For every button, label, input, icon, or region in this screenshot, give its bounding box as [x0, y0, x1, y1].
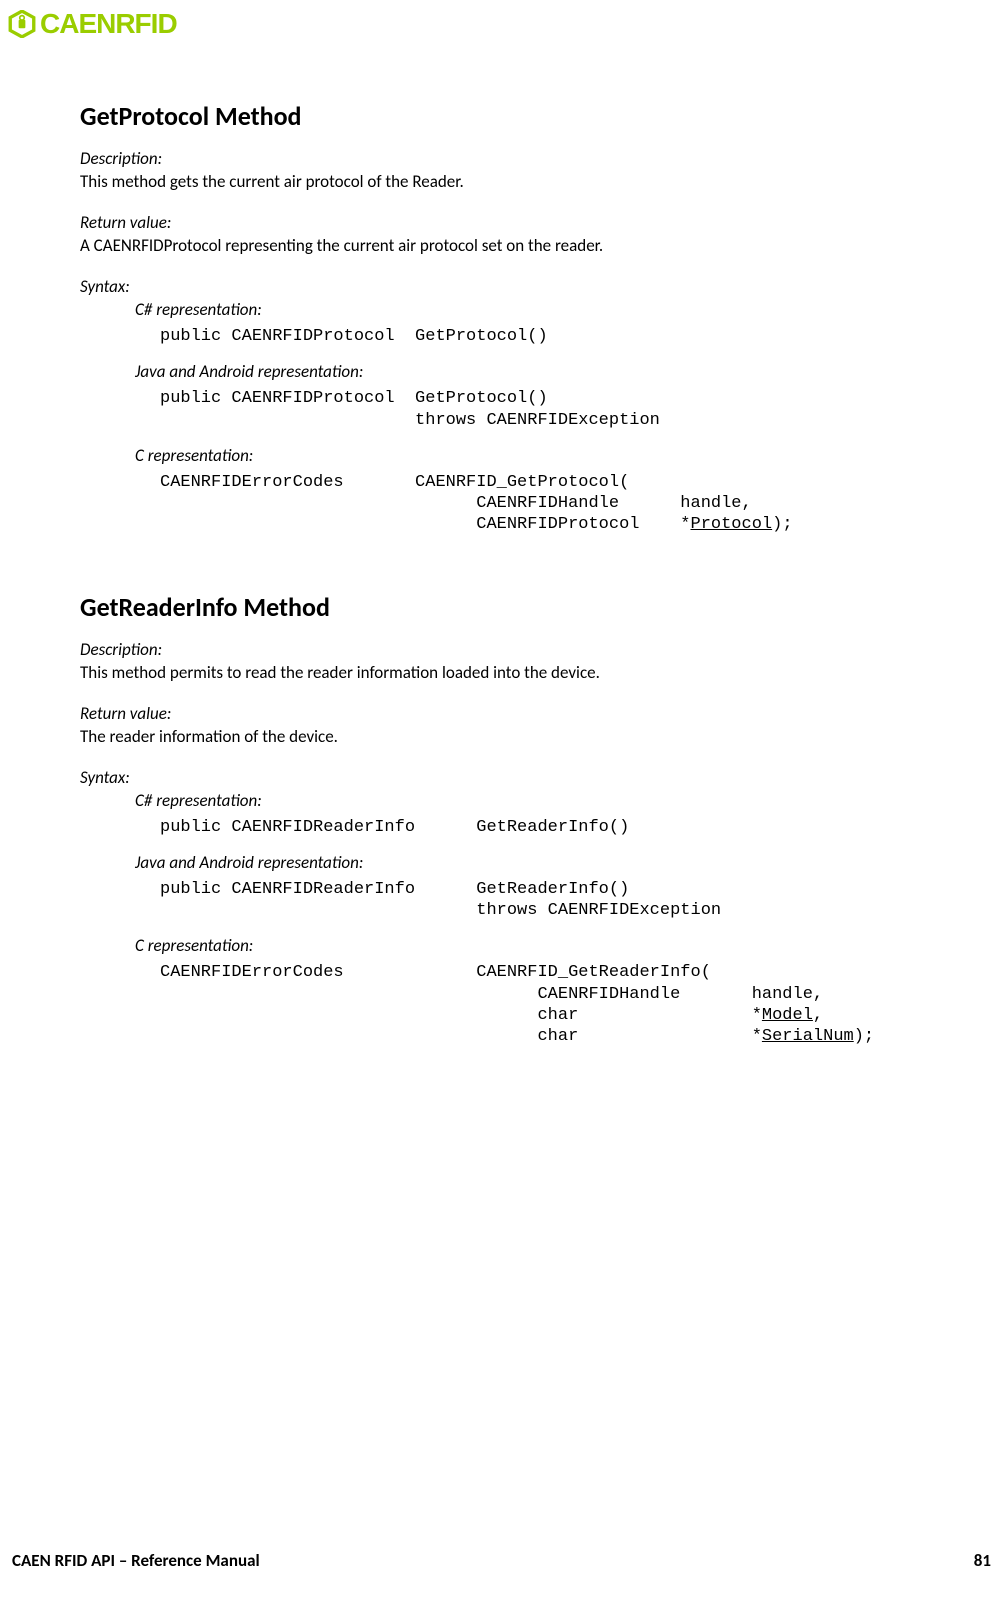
code-c-underline1: Model [762, 1006, 813, 1025]
code-c-tail: ); [854, 1027, 874, 1046]
method-getprotocol: GetProtocol Method Description: This met… [80, 100, 923, 536]
rep-label-c: C representation: [135, 935, 923, 956]
code-java: public CAENRFIDProtocol GetProtocol() th… [135, 388, 923, 431]
rep-label-csharp: C# representation: [135, 299, 923, 320]
syntax-label: Syntax: [80, 276, 923, 297]
code-c-tail: ); [772, 515, 792, 534]
return-text: The reader information of the device. [80, 726, 923, 747]
syntax-label: Syntax: [80, 767, 923, 788]
return-label: Return value: [80, 212, 923, 233]
rep-label-csharp: C# representation: [135, 790, 923, 811]
page-footer: CAEN RFID API – Reference Manual 81 [12, 1550, 991, 1571]
page-content: GetProtocol Method Description: This met… [80, 100, 923, 1047]
rep-label-c: C representation: [135, 445, 923, 466]
code-java: public CAENRFIDReaderInfo GetReaderInfo(… [135, 879, 923, 922]
code-csharp: public CAENRFIDReaderInfo GetReaderInfo(… [135, 817, 923, 838]
description-label: Description: [80, 148, 923, 169]
code-c-part1: CAENRFIDErrorCodes CAENRFID_GetReaderInf… [160, 963, 823, 1025]
page-number: 81 [974, 1550, 991, 1571]
method-title: GetProtocol Method [80, 100, 923, 132]
code-csharp: public CAENRFIDProtocol GetProtocol() [135, 326, 923, 347]
code-c: CAENRFIDErrorCodes CAENRFID_GetProtocol(… [135, 472, 923, 536]
code-c-underline2: SerialNum [762, 1027, 854, 1046]
code-c-underline: Protocol [691, 515, 773, 534]
description-text: This method gets the current air protoco… [80, 171, 923, 192]
brand-logo: CAENRFID [8, 8, 177, 40]
return-label: Return value: [80, 703, 923, 724]
rep-label-java: Java and Android representation: [135, 852, 923, 873]
description-label: Description: [80, 639, 923, 660]
footer-title: CAEN RFID API – Reference Manual [12, 1550, 260, 1571]
return-text: A CAENRFIDProtocol representing the curr… [80, 235, 923, 256]
rep-label-java: Java and Android representation: [135, 361, 923, 382]
description-text: This method permits to read the reader i… [80, 662, 923, 683]
hex-icon [8, 10, 36, 38]
code-c: CAENRFIDErrorCodes CAENRFID_GetReaderInf… [135, 962, 923, 1047]
method-getreaderinfo: GetReaderInfo Method Description: This m… [80, 591, 923, 1048]
code-c-part1: CAENRFIDErrorCodes CAENRFID_GetProtocol(… [160, 473, 752, 535]
method-title: GetReaderInfo Method [80, 591, 923, 623]
brand-text: CAENRFID [40, 8, 177, 40]
